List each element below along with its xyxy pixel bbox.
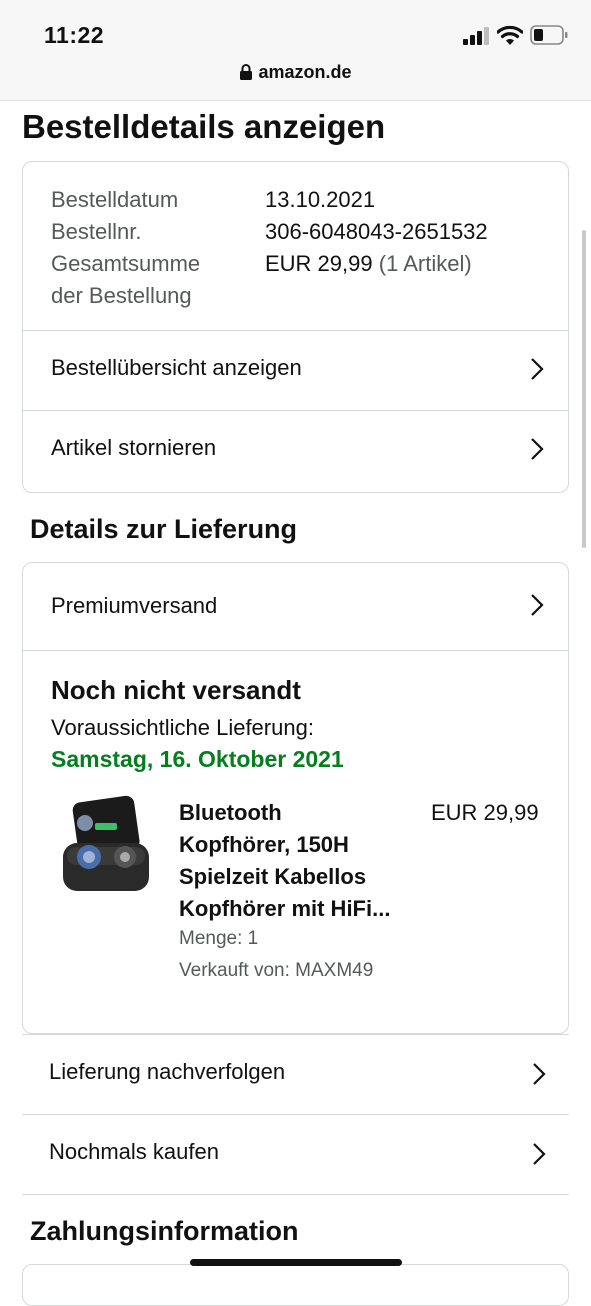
view-order-summary-label: Bestellübersicht anzeigen bbox=[51, 355, 302, 380]
product-quantity: Menge: 1 bbox=[179, 928, 259, 949]
product-title-line: Kopfhörer mit HiFi... bbox=[179, 896, 391, 921]
order-date-value: 13.10.2021 bbox=[265, 187, 376, 212]
url-text: amazon.de bbox=[258, 62, 352, 82]
product-title-line: Kopfhörer, 150H bbox=[179, 832, 349, 857]
order-item-count: (1 Artikel) bbox=[378, 251, 472, 276]
order-number-value: 306-6048043-2651532 bbox=[265, 219, 488, 244]
chevron-right-icon bbox=[531, 358, 544, 380]
product-title[interactable]: Bluetooth Kopfhörer, 150H Spielzeit Kabe… bbox=[179, 797, 419, 925]
shipping-method-label: Premiumversand bbox=[51, 593, 218, 618]
wifi-icon bbox=[497, 25, 523, 45]
chevron-right-icon bbox=[533, 1063, 546, 1085]
track-delivery-link[interactable]: Lieferung nachverfolgen bbox=[22, 1034, 569, 1115]
track-delivery-label: Lieferung nachverfolgen bbox=[49, 1059, 286, 1084]
delivery-details-heading: Details zur Lieferung bbox=[30, 514, 298, 544]
order-summary-card: Bestelldatum 13.10.2021 Bestellnr. 306-6… bbox=[22, 161, 569, 493]
page-title: Bestelldetails anzeigen bbox=[22, 108, 386, 145]
product-image[interactable] bbox=[55, 795, 153, 901]
cancel-items-link[interactable]: Artikel stornieren bbox=[23, 410, 568, 493]
expected-delivery-label: Voraussichtliche Lieferung: bbox=[51, 715, 314, 740]
chevron-right-icon bbox=[531, 594, 544, 616]
product-price: EUR 29,99 bbox=[431, 800, 539, 825]
cancel-items-label: Artikel stornieren bbox=[51, 435, 217, 460]
chevron-right-icon bbox=[531, 438, 544, 460]
delivery-card: Premiumversand Noch nicht versandt Vorau… bbox=[22, 562, 569, 1034]
chevron-right-icon bbox=[533, 1143, 546, 1165]
buy-again-link[interactable]: Nochmals kaufen bbox=[22, 1114, 569, 1195]
shipment-status: Noch nicht versandt bbox=[51, 675, 301, 705]
address-bar[interactable]: amazon.de bbox=[0, 62, 591, 83]
cellular-signal-icon bbox=[463, 27, 489, 45]
shipping-method-row[interactable]: Premiumversand bbox=[23, 563, 568, 650]
product-title-line: Spielzeit Kabellos bbox=[179, 864, 367, 889]
order-total-label-line2: der Bestellung bbox=[51, 283, 192, 308]
expected-delivery-date: Samstag, 16. Oktober 2021 bbox=[51, 746, 344, 772]
home-indicator[interactable] bbox=[190, 1259, 402, 1266]
battery-icon bbox=[530, 25, 568, 45]
order-number-label: Bestellnr. bbox=[51, 219, 142, 244]
lock-icon bbox=[240, 64, 253, 80]
browser-status-bar: 11:22 amazon.de bbox=[0, 0, 591, 101]
scrollbar[interactable] bbox=[582, 230, 586, 548]
order-total-value: EUR 29,99 bbox=[265, 251, 373, 276]
view-order-summary-link[interactable]: Bestellübersicht anzeigen bbox=[23, 330, 568, 411]
divider bbox=[22, 1194, 569, 1195]
order-date-label: Bestelldatum bbox=[51, 187, 179, 212]
clock: 11:22 bbox=[44, 22, 105, 48]
divider bbox=[23, 650, 568, 651]
payment-info-heading: Zahlungsinformation bbox=[30, 1216, 299, 1246]
order-total: EUR 29,99 (1 Artikel) bbox=[265, 248, 472, 280]
product-seller: Verkauft von: MAXM49 bbox=[179, 960, 374, 981]
buy-again-label: Nochmals kaufen bbox=[49, 1139, 219, 1164]
product-title-line: Bluetooth bbox=[179, 800, 282, 825]
order-total-label-line1: Gesamtsumme bbox=[51, 251, 201, 276]
payment-card bbox=[22, 1264, 569, 1306]
